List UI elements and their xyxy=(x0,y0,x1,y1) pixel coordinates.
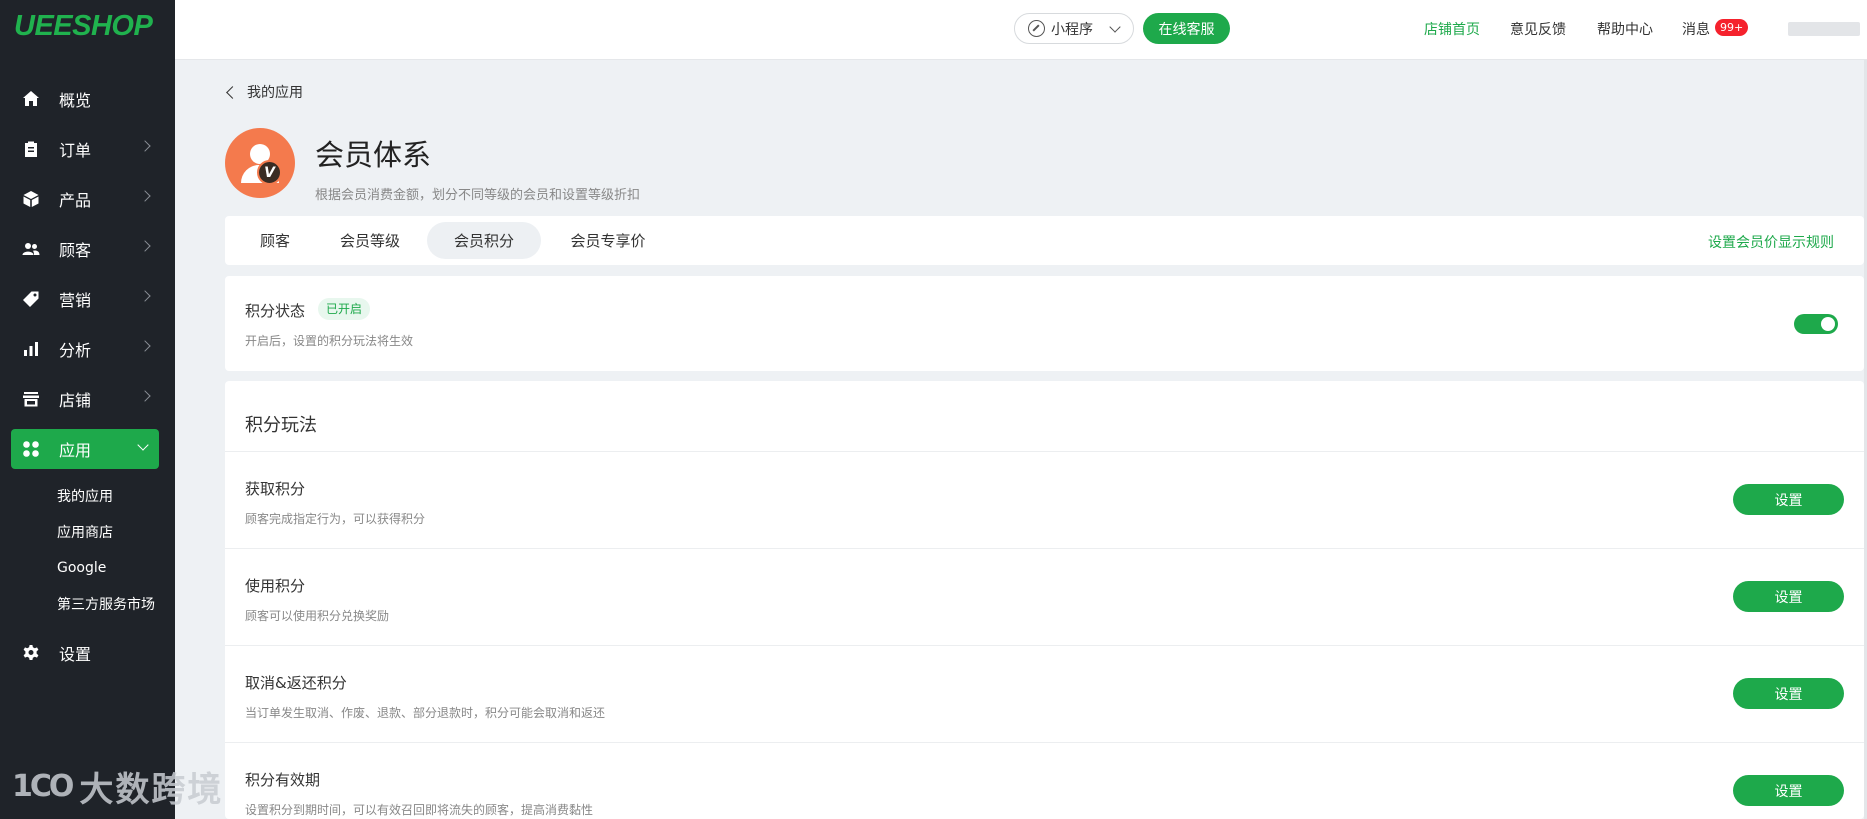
rule-desc: 顾客可以使用积分兑换奖励 xyxy=(245,609,390,623)
tab-bar: 顾客 会员等级 会员积分 会员专享价 设置会员价显示规则 xyxy=(225,216,1864,265)
sidebar-item-settings[interactable]: 设置 xyxy=(0,628,175,678)
sidebar-item-label: 顾客 xyxy=(59,241,92,260)
chevron-left-icon xyxy=(226,85,239,99)
sidebar-item-label: 营销 xyxy=(59,291,92,310)
chevron-down-icon xyxy=(1109,21,1121,33)
back-link[interactable]: 我的应用 xyxy=(226,82,303,102)
sidebar-subitem-app-store[interactable]: 应用商店 xyxy=(0,514,175,550)
points-status-title: 积分状态 xyxy=(245,302,306,320)
user-account[interactable] xyxy=(1788,22,1860,36)
sidebar-item-label: 产品 xyxy=(59,191,92,210)
sidebar-subitem-my-apps[interactable]: 我的应用 xyxy=(0,478,175,514)
messages-link[interactable]: 消息 xyxy=(1682,19,1710,39)
rule-name: 获取积分 xyxy=(245,480,306,498)
rule-row-use-points: 使用积分 顾客可以使用积分兑换奖励 设置 xyxy=(225,548,1864,645)
rule-name: 取消&返还积分 xyxy=(245,674,347,692)
tab-member-points[interactable]: 会员积分 xyxy=(427,222,541,259)
messages-count-badge: 99+ xyxy=(1715,19,1749,36)
clipboard-icon xyxy=(22,140,40,158)
sidebar-item-apps[interactable]: 应用 xyxy=(11,429,159,469)
apps-grid-icon xyxy=(22,440,40,458)
tab-member-levels[interactable]: 会员等级 xyxy=(324,222,416,259)
chevron-right-icon xyxy=(139,290,151,302)
sidebar-item-orders[interactable]: 订单 xyxy=(0,124,175,174)
sidebar-item-analytics[interactable]: 分析 xyxy=(0,324,175,374)
points-status-desc: 开启后，设置的积分玩法将生效 xyxy=(245,334,414,348)
bar-chart-icon xyxy=(22,340,40,358)
points-rules-card: 积分玩法 获取积分 顾客完成指定行为，可以获得积分 设置 使用积分 顾客可以使用… xyxy=(225,381,1864,819)
sidebar-item-label: 店铺 xyxy=(59,391,92,410)
sidebar-item-label: 概览 xyxy=(59,91,92,110)
sidebar-submenu-apps: 我的应用 应用商店 Google 第三方服务市场 xyxy=(0,474,175,628)
cancel-return-points-settings-button[interactable]: 设置 xyxy=(1733,678,1844,709)
rule-desc: 当订单发生取消、作废、退款、部分退款时，积分可能会取消和返还 xyxy=(245,706,606,720)
page-description: 根据会员消费金额，划分不同等级的会员和设置等级折扣 xyxy=(315,188,641,203)
feedback-link[interactable]: 意见反馈 xyxy=(1510,19,1566,39)
rule-row-points-expiry: 积分有效期 设置积分到期时间，可以有效召回即将流失的顾客，提高消费黏性 设置 xyxy=(225,742,1864,819)
mini-program-label: 小程序 xyxy=(1051,21,1093,38)
store-icon xyxy=(22,390,40,408)
gear-icon xyxy=(22,644,40,662)
watermark-text: 大数跨境 xyxy=(79,770,224,810)
rule-row-earn-points: 获取积分 顾客完成指定行为，可以获得积分 设置 xyxy=(225,451,1864,548)
page-title: 会员体系 xyxy=(315,138,432,172)
sidebar-item-customers[interactable]: 顾客 xyxy=(0,224,175,274)
chevron-right-icon xyxy=(139,340,151,352)
chevron-down-icon xyxy=(137,439,149,451)
vip-badge-icon: V xyxy=(257,160,282,185)
tab-member-prices[interactable]: 会员专享价 xyxy=(553,222,663,259)
watermark: 1CO 大数跨境 xyxy=(12,762,223,811)
link-icon xyxy=(1028,20,1045,37)
member-price-display-rules-link[interactable]: 设置会员价显示规则 xyxy=(1708,232,1834,252)
sidebar-item-overview[interactable]: 概览 xyxy=(0,74,175,124)
rule-desc: 顾客完成指定行为，可以获得积分 xyxy=(245,512,426,526)
sidebar-subitem-google[interactable]: Google xyxy=(0,550,175,586)
rule-name: 使用积分 xyxy=(245,577,306,595)
sidebar-item-marketing[interactable]: 营销 xyxy=(0,274,175,324)
help-center-link[interactable]: 帮助中心 xyxy=(1597,19,1653,39)
member-app-icon: V xyxy=(225,128,295,198)
points-expiry-settings-button[interactable]: 设置 xyxy=(1733,775,1844,806)
online-service-button[interactable]: 在线客服 xyxy=(1143,13,1230,44)
sidebar-item-products[interactable]: 产品 xyxy=(0,174,175,224)
sidebar-item-label: 应用 xyxy=(59,441,92,460)
chevron-right-icon xyxy=(139,190,151,202)
tag-icon xyxy=(22,290,40,308)
sidebar-subitem-third-party-market[interactable]: 第三方服务市场 xyxy=(0,586,175,622)
mini-program-select[interactable]: 小程序 xyxy=(1014,13,1134,44)
store-home-link[interactable]: 店铺首页 xyxy=(1424,19,1480,39)
points-status-toggle[interactable] xyxy=(1794,314,1838,334)
chevron-right-icon xyxy=(139,140,151,152)
sidebar-item-store[interactable]: 店铺 xyxy=(0,374,175,424)
use-points-settings-button[interactable]: 设置 xyxy=(1733,581,1844,612)
points-status-card: 积分状态 已开启 开启后，设置的积分玩法将生效 xyxy=(225,276,1864,371)
rule-name: 积分有效期 xyxy=(245,771,321,789)
tab-customers[interactable]: 顾客 xyxy=(239,222,311,259)
rule-desc: 设置积分到期时间，可以有效召回即将流失的顾客，提高消费黏性 xyxy=(245,803,594,817)
home-icon xyxy=(22,90,40,108)
rule-row-cancel-return-points: 取消&返还积分 当订单发生取消、作废、退款、部分退款时，积分可能会取消和返还 设… xyxy=(225,645,1864,742)
box-icon xyxy=(22,190,40,208)
status-badge: 已开启 xyxy=(318,298,371,320)
sidebar-item-label: 订单 xyxy=(59,141,92,160)
watermark-mark: 1CO xyxy=(12,769,74,804)
earn-points-settings-button[interactable]: 设置 xyxy=(1733,484,1844,515)
points-rules-title: 积分玩法 xyxy=(245,415,317,436)
sidebar-item-label: 设置 xyxy=(59,645,92,664)
back-label: 我的应用 xyxy=(247,85,303,101)
sidebar-nav: 概览 订单 产品 顾客 营销 分析 店铺 应用 我的应用 应用商店 Google… xyxy=(0,74,175,678)
sidebar: UEESHOP 概览 订单 产品 顾客 营销 分析 店铺 应用 我的应用 应用商… xyxy=(0,0,221,819)
chevron-right-icon xyxy=(139,240,151,252)
sidebar-item-label: 分析 xyxy=(59,341,92,360)
brand-logo[interactable]: UEESHOP xyxy=(14,10,153,43)
users-icon xyxy=(22,240,40,258)
chevron-right-icon xyxy=(139,390,151,402)
